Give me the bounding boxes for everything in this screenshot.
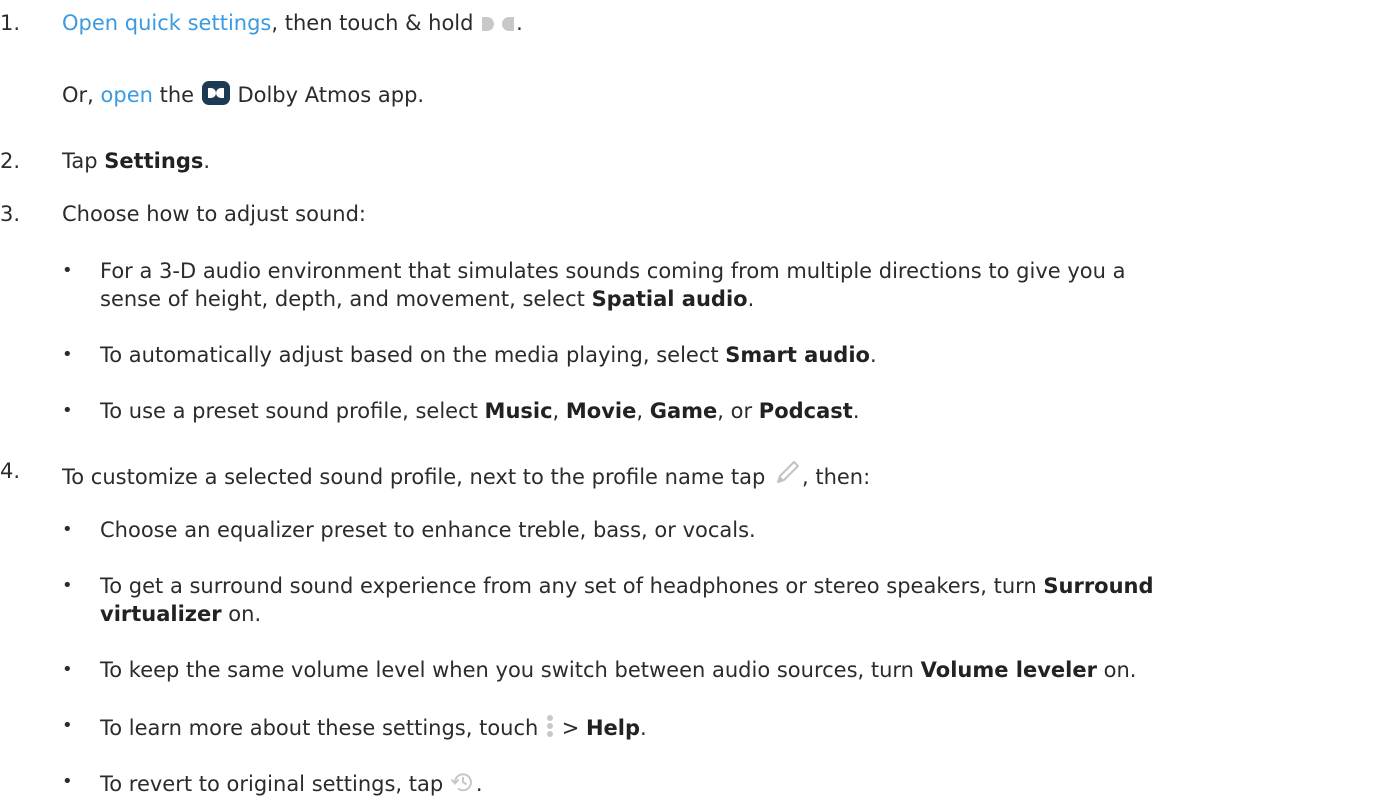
- open-quick-settings-link[interactable]: Open quick settings: [62, 11, 271, 35]
- bullet: •: [62, 344, 73, 365]
- step-1-alt-text: Or, open the Dolby Atmos app.: [62, 80, 424, 112]
- step-4-bullet-5: To revert to original settings, tap .: [100, 769, 1375, 801]
- step-number: 2.: [0, 149, 21, 173]
- bullet: •: [62, 575, 73, 596]
- step-4-bullet-4: To learn more about these settings, touc…: [100, 713, 1375, 745]
- pencil-icon: [772, 458, 802, 494]
- bullet: •: [62, 400, 73, 421]
- bullet: •: [62, 260, 73, 281]
- step-4-bullet-1: Choose an equalizer preset to enhance tr…: [100, 518, 756, 542]
- open-link[interactable]: open: [101, 83, 153, 107]
- step-number: 3.: [0, 202, 21, 226]
- dolby-tile-icon: [480, 14, 516, 40]
- step-4-text: To customize a selected sound profile, n…: [62, 458, 870, 494]
- step-3-bullet-1: For a 3-D audio environment that simulat…: [100, 259, 1126, 311]
- restore-icon: [450, 769, 476, 801]
- step-3-bullet-2: To automatically adjust based on the med…: [100, 343, 877, 367]
- step-1-text: Open quick settings, then touch & hold .: [62, 10, 523, 40]
- more-vert-icon: [545, 713, 555, 745]
- step-number: 1.: [0, 11, 21, 35]
- bullet: •: [62, 659, 73, 680]
- step-3-text: Choose how to adjust sound:: [62, 202, 366, 226]
- step-number: 4.: [0, 459, 21, 483]
- bullet: •: [62, 519, 73, 540]
- step-3-bullet-3: To use a preset sound profile, select Mu…: [100, 399, 860, 423]
- bullet: •: [62, 715, 73, 736]
- bullet: •: [62, 771, 73, 792]
- dolby-app-icon: [201, 80, 231, 112]
- instructions: 1. Open quick settings, then touch & hol…: [0, 0, 1381, 810]
- step-4-bullet-2: To get a surround sound experience from …: [100, 574, 1154, 626]
- step-4-bullet-3: To keep the same volume level when you s…: [100, 658, 1137, 682]
- step-2-text: Tap Settings.: [62, 149, 211, 173]
